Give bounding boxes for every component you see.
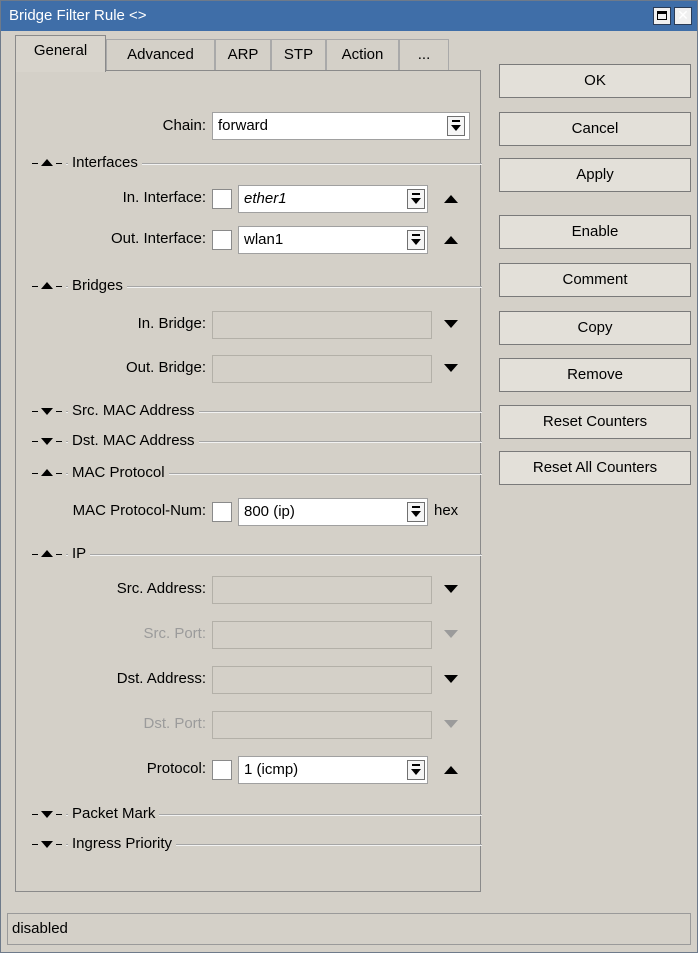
src-address-input[interactable] [212, 576, 432, 604]
general-panel: Chain: forward Interfaces In. Interface:… [15, 70, 482, 892]
src-address-label: Src. Address: [116, 580, 206, 597]
out-interface-dropdown-icon[interactable] [407, 230, 425, 250]
mac-protocol-negate-checkbox[interactable] [212, 502, 232, 522]
src-mac-section-label: Src. MAC Address [68, 401, 199, 421]
in-interface-remove-icon[interactable] [444, 195, 458, 203]
bridges-section-label: Bridges [68, 276, 127, 296]
chain-input[interactable]: forward [212, 112, 470, 140]
dst-address-expand-icon[interactable] [444, 675, 458, 683]
packet-mark-section-label: Packet Mark [68, 804, 160, 824]
in-interface-label: In. Interface: [122, 189, 206, 206]
title-bar[interactable]: Bridge Filter Rule <> ✕ [1, 1, 697, 31]
reset-all-counters-button[interactable]: Reset All Counters [499, 451, 691, 485]
mac-protocol-section[interactable]: MAC Protocol [32, 463, 482, 483]
tab-more[interactable]: ... [399, 39, 449, 71]
out-interface-negate-checkbox[interactable] [212, 230, 232, 250]
reset-counters-button[interactable]: Reset Counters [499, 405, 691, 439]
tab-stp[interactable]: STP [271, 39, 326, 71]
ok-button[interactable]: OK [499, 64, 691, 98]
dst-port-label: Dst. Port: [143, 715, 206, 732]
dst-port-expand-icon[interactable] [444, 720, 458, 728]
in-interface-dropdown-icon[interactable] [407, 189, 425, 209]
protocol-input[interactable]: 1 (icmp) [238, 756, 428, 784]
close-icon[interactable]: ✕ [674, 7, 692, 25]
dst-mac-section[interactable]: Dst. MAC Address [32, 431, 482, 451]
collapse-up-icon[interactable] [32, 276, 66, 296]
tab-advanced[interactable]: Advanced [106, 39, 215, 71]
ip-section-label: IP [68, 544, 91, 564]
in-bridge-label: In. Bridge: [137, 315, 206, 332]
interfaces-section[interactable]: Interfaces [32, 153, 482, 173]
in-bridge-input[interactable] [212, 311, 432, 339]
tab-general[interactable]: General [15, 35, 106, 72]
in-interface-negate-checkbox[interactable] [212, 189, 232, 209]
comment-button[interactable]: Comment [499, 263, 691, 297]
expand-down-icon[interactable] [32, 401, 66, 421]
packet-mark-section[interactable]: Packet Mark [32, 804, 482, 824]
tab-arp[interactable]: ARP [215, 39, 271, 71]
out-interface-input[interactable]: wlan1 [238, 226, 428, 254]
in-interface-input[interactable]: ether1 [238, 185, 428, 213]
dst-port-input[interactable] [212, 711, 432, 739]
dst-address-input[interactable] [212, 666, 432, 694]
src-mac-section[interactable]: Src. MAC Address [32, 401, 482, 421]
mac-protocol-dropdown-icon[interactable] [407, 502, 425, 522]
collapse-up-icon[interactable] [32, 153, 66, 173]
ip-section[interactable]: IP [32, 544, 482, 564]
bridges-section[interactable]: Bridges [32, 276, 482, 296]
out-interface-remove-icon[interactable] [444, 236, 458, 244]
enable-button[interactable]: Enable [499, 215, 691, 249]
src-port-expand-icon[interactable] [444, 630, 458, 638]
window-title: Bridge Filter Rule <> [9, 7, 147, 24]
ingress-priority-section[interactable]: Ingress Priority [32, 834, 482, 854]
bridge-filter-rule-window: Bridge Filter Rule <> ✕ General Advanced… [0, 0, 698, 953]
protocol-remove-icon[interactable] [444, 766, 458, 774]
protocol-negate-checkbox[interactable] [212, 760, 232, 780]
expand-down-icon[interactable] [32, 804, 66, 824]
out-interface-label: Out. Interface: [110, 230, 206, 247]
apply-button[interactable]: Apply [499, 158, 691, 192]
protocol-dropdown-icon[interactable] [407, 760, 425, 780]
remove-button[interactable]: Remove [499, 358, 691, 392]
out-bridge-input[interactable] [212, 355, 432, 383]
src-port-label: Src. Port: [143, 625, 206, 642]
protocol-label: Protocol: [146, 760, 206, 777]
interfaces-section-label: Interfaces [68, 153, 142, 173]
chain-label: Chain: [162, 117, 206, 134]
mac-protocol-num-label: MAC Protocol-Num: [72, 502, 206, 519]
out-bridge-label: Out. Bridge: [125, 359, 206, 376]
status-bar: disabled [7, 913, 691, 945]
collapse-up-icon[interactable] [32, 463, 66, 483]
copy-button[interactable]: Copy [499, 311, 691, 345]
chain-dropdown-icon[interactable] [447, 116, 465, 136]
tab-action[interactable]: Action [326, 39, 399, 71]
maximize-icon[interactable] [653, 7, 671, 25]
out-bridge-expand-icon[interactable] [444, 364, 458, 372]
src-address-expand-icon[interactable] [444, 585, 458, 593]
collapse-up-icon[interactable] [32, 544, 66, 564]
expand-down-icon[interactable] [32, 834, 66, 854]
ingress-priority-section-label: Ingress Priority [68, 834, 177, 854]
mac-protocol-section-label: MAC Protocol [68, 463, 169, 483]
dst-mac-section-label: Dst. MAC Address [68, 431, 199, 451]
hex-suffix: hex [434, 502, 459, 519]
cancel-button[interactable]: Cancel [499, 112, 691, 146]
mac-protocol-num-input[interactable]: 800 (ip) [238, 498, 428, 526]
expand-down-icon[interactable] [32, 431, 66, 451]
dst-address-label: Dst. Address: [116, 670, 206, 687]
in-bridge-expand-icon[interactable] [444, 320, 458, 328]
src-port-input[interactable] [212, 621, 432, 649]
